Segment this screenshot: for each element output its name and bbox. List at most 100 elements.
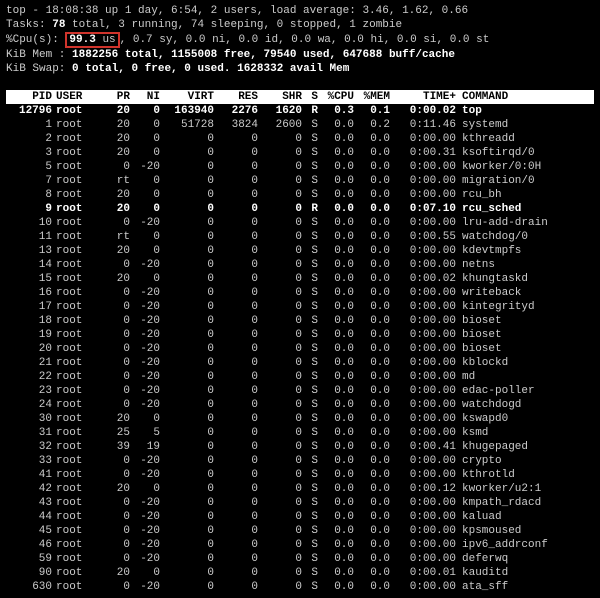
cell-virt: 0 <box>160 230 214 244</box>
cell-virt: 0 <box>160 202 214 216</box>
cell-shr: 0 <box>258 174 302 188</box>
top-terminal[interactable]: top - 18:08:38 up 1 day, 6:54, 2 users, … <box>6 4 594 594</box>
cell-pr: 20 <box>98 412 130 426</box>
cell-mem: 0.0 <box>354 482 390 496</box>
cell-shr: 0 <box>258 552 302 566</box>
cell-pr: 0 <box>98 468 130 482</box>
tasks-label: Tasks: <box>6 19 46 31</box>
cell-pid: 44 <box>6 510 52 524</box>
cell-cmd: kintegrityd <box>456 300 535 314</box>
cell-s: S <box>302 454 318 468</box>
cell-res: 0 <box>214 482 258 496</box>
cell-mem: 0.0 <box>354 342 390 356</box>
cell-pid: 14 <box>6 258 52 272</box>
cell-ni: -20 <box>130 454 160 468</box>
cell-shr: 0 <box>258 580 302 594</box>
cell-user: root <box>52 244 98 258</box>
table-row: 45root0-20000S0.00.00:00.00kpsmoused <box>6 524 594 538</box>
cell-s: S <box>302 328 318 342</box>
cell-ni: -20 <box>130 468 160 482</box>
cell-cmd: khungtaskd <box>456 272 528 286</box>
mem-label: KiB Mem : <box>6 49 65 61</box>
cpu-rest: , <box>120 34 127 46</box>
cell-pr: 0 <box>98 314 130 328</box>
cell-user: root <box>52 412 98 426</box>
cell-user: root <box>52 258 98 272</box>
cell-cpu: 0.0 <box>318 454 354 468</box>
cell-time: 0:00.00 <box>390 258 456 272</box>
cell-pid: 10 <box>6 216 52 230</box>
cell-pid: 5 <box>6 160 52 174</box>
cell-time: 0:00.02 <box>390 272 456 286</box>
swap-label: KiB Swap: <box>6 63 65 75</box>
table-row: 8root200000S0.00.00:00.00rcu_bh <box>6 188 594 202</box>
cell-cpu: 0.0 <box>318 412 354 426</box>
cell-time: 0:00.01 <box>390 566 456 580</box>
cell-pid: 18 <box>6 314 52 328</box>
cell-ni: 0 <box>130 230 160 244</box>
cell-cpu: 0.0 <box>318 384 354 398</box>
cell-pr: 0 <box>98 160 130 174</box>
cell-cpu: 0.0 <box>318 580 354 594</box>
cell-pr: 20 <box>98 202 130 216</box>
cell-mem: 0.0 <box>354 314 390 328</box>
cell-cmd: rcu_sched <box>456 202 521 216</box>
cell-pr: 20 <box>98 566 130 580</box>
cell-ni: -20 <box>130 300 160 314</box>
cell-user: root <box>52 300 98 314</box>
summary-line-tasks: Tasks: 78 total, 3 running, 74 sleeping,… <box>6 18 594 32</box>
cell-pr: rt <box>98 174 130 188</box>
cell-shr: 0 <box>258 482 302 496</box>
cell-pid: 20 <box>6 342 52 356</box>
cell-time: 0:00.00 <box>390 468 456 482</box>
cell-user: root <box>52 286 98 300</box>
cell-user: root <box>52 104 98 118</box>
table-row: 12796root20016394022761620R0.30.10:00.02… <box>6 104 594 118</box>
cell-shr: 0 <box>258 328 302 342</box>
cell-cmd: khugepaged <box>456 440 528 454</box>
cpu-us-value: 99.3 <box>69 34 95 46</box>
table-row: 5root0-20000S0.00.00:00.00kworker/0:0H <box>6 160 594 174</box>
cell-pid: 8 <box>6 188 52 202</box>
cell-shr: 0 <box>258 510 302 524</box>
cell-time: 0:00.00 <box>390 538 456 552</box>
table-row: 22root0-20000S0.00.00:00.00md <box>6 370 594 384</box>
cell-cpu: 0.0 <box>318 370 354 384</box>
cell-cpu: 0.0 <box>318 118 354 132</box>
cell-res: 0 <box>214 174 258 188</box>
cell-res: 0 <box>214 146 258 160</box>
swap-total: 0 total, <box>72 63 125 75</box>
table-row: 43root0-20000S0.00.00:00.00kmpath_rdacd <box>6 496 594 510</box>
cell-shr: 0 <box>258 524 302 538</box>
swap-free: 0 free, <box>131 63 177 75</box>
tasks-total-suffix: total, <box>72 19 112 31</box>
cell-pid: 7 <box>6 174 52 188</box>
cell-s: S <box>302 440 318 454</box>
cell-cmd: deferwq <box>456 552 508 566</box>
cell-time: 0:00.00 <box>390 244 456 258</box>
cell-cpu: 0.0 <box>318 482 354 496</box>
table-row: 20root0-20000S0.00.00:00.00bioset <box>6 342 594 356</box>
cell-s: S <box>302 132 318 146</box>
cell-shr: 0 <box>258 300 302 314</box>
cell-cmd: lru-add-drain <box>456 216 548 230</box>
summary-line-cpu: %Cpu(s): 99.3 us, 0.7 sy, 0.0 ni, 0.0 id… <box>6 32 594 48</box>
cell-time: 0:00.00 <box>390 580 456 594</box>
cell-cpu: 0.0 <box>318 328 354 342</box>
cell-shr: 0 <box>258 286 302 300</box>
cell-s: S <box>302 244 318 258</box>
cell-virt: 0 <box>160 244 214 258</box>
cell-time: 0:00.02 <box>390 104 456 118</box>
cell-cpu: 0.0 <box>318 314 354 328</box>
cell-ni: -20 <box>130 496 160 510</box>
cell-cpu: 0.0 <box>318 216 354 230</box>
cell-user: root <box>52 384 98 398</box>
cell-res: 3824 <box>214 118 258 132</box>
cell-cpu: 0.0 <box>318 230 354 244</box>
cell-user: root <box>52 580 98 594</box>
cell-res: 0 <box>214 286 258 300</box>
cell-s: S <box>302 188 318 202</box>
cell-cmd: rcu_bh <box>456 188 502 202</box>
cell-time: 0:00.00 <box>390 314 456 328</box>
cell-time: 0:11.46 <box>390 118 456 132</box>
